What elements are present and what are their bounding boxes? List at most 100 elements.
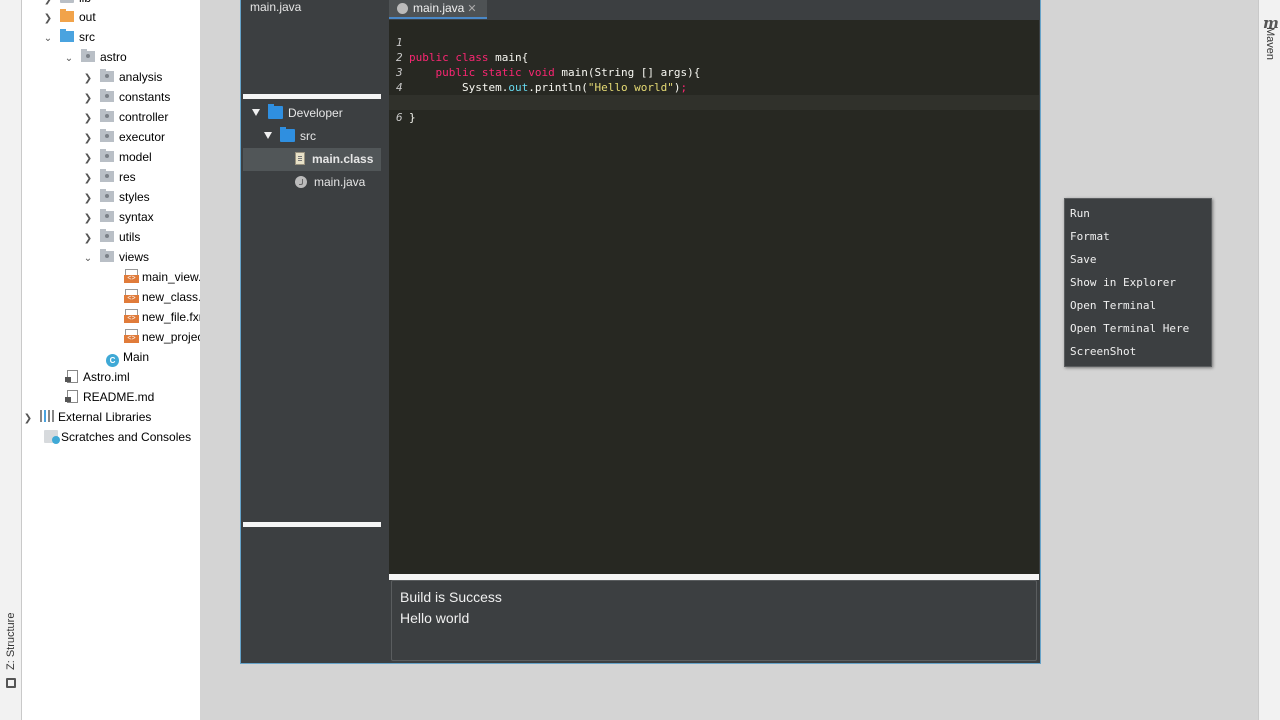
module-file-icon: [65, 370, 78, 383]
console-line: Build is Success: [400, 589, 502, 605]
tree-row-utils[interactable]: ❯ utils: [82, 227, 140, 247]
expand-arrow-icon[interactable]: ❯: [42, 9, 54, 29]
tree-row-new-project[interactable]: new_projec: [124, 327, 200, 347]
tree-label: utils: [119, 230, 141, 244]
editor-tab-bar: main.java ✕: [389, 0, 1039, 20]
collapse-arrow-icon[interactable]: ⌄: [63, 49, 75, 69]
tree-row-scratches[interactable]: Scratches and Consoles: [44, 427, 191, 447]
java-file-icon: [295, 176, 307, 188]
code-line-current: 6: [389, 95, 1039, 124]
menu-item-screenshot[interactable]: ScreenShot: [1065, 340, 1211, 363]
fxml-file-icon: [124, 329, 139, 343]
project-folder-label: src: [300, 129, 316, 143]
tree-label: views: [119, 250, 150, 264]
fxml-file-icon: [124, 309, 139, 323]
code-editor[interactable]: 1 public class main{ 2 public static voi…: [389, 20, 1039, 574]
code-line: 3 System.out.println("Hello world");: [389, 50, 1039, 94]
package-icon: [100, 229, 114, 242]
tree-row-new-class[interactable]: new_class.f: [124, 287, 200, 307]
tree-label: controller: [119, 110, 169, 124]
package-icon: [100, 209, 114, 222]
expand-arrow-icon[interactable]: ❯: [22, 409, 34, 429]
folder-icon: [60, 0, 74, 3]
project-file-label: main.java: [314, 175, 366, 189]
expand-arrow-icon[interactable]: ❯: [82, 129, 94, 149]
expand-arrow-icon[interactable]: ❯: [82, 149, 94, 169]
expand-arrow-icon[interactable]: ❯: [82, 229, 94, 249]
editor-tab-main-java[interactable]: main.java ✕: [389, 0, 487, 19]
tree-label: Astro.iml: [83, 370, 130, 384]
collapse-arrow-icon[interactable]: ⌄: [82, 249, 94, 269]
editor-area: main.java ✕ 1 public class main{ 2 public…: [389, 0, 1212, 574]
menu-item-run[interactable]: Run: [1065, 202, 1211, 225]
tree-row-executor[interactable]: ❯ executor: [82, 127, 165, 147]
project-panel: Developer src main.class main.java: [243, 99, 381, 522]
maven-tool-tab[interactable]: Maven: [1264, 27, 1276, 73]
tree-row-styles[interactable]: ❯ styles: [82, 187, 150, 207]
folder-icon: [268, 104, 283, 119]
open-file-item[interactable]: main.java: [250, 0, 301, 14]
structure-tab-label: Z: Structure: [5, 612, 17, 670]
menu-item-show-in-explorer[interactable]: Show in Explorer: [1065, 271, 1211, 294]
tree-row-src[interactable]: ⌄ src: [42, 27, 95, 47]
project-file-main-java[interactable]: main.java: [243, 171, 381, 194]
expand-arrow-icon[interactable]: ❯: [82, 169, 94, 189]
output-console[interactable]: Build is Success Hello world: [391, 580, 1037, 661]
fxml-file-icon: [124, 269, 139, 283]
project-file-main-class[interactable]: main.class: [243, 148, 381, 171]
expand-arrow-icon[interactable]: ❯: [82, 189, 94, 209]
project-root-developer[interactable]: Developer: [243, 102, 381, 125]
expand-arrow-icon[interactable]: ❯: [82, 109, 94, 129]
tree-row-readme[interactable]: README.md: [65, 387, 154, 407]
tree-row-out[interactable]: ❯ out: [42, 7, 96, 27]
bottom-left-panel: [243, 527, 381, 662]
project-root-label: Developer: [288, 106, 343, 120]
expand-arrow-icon[interactable]: ❯: [82, 69, 94, 89]
menu-item-open-terminal-here[interactable]: Open Terminal Here: [1065, 317, 1211, 340]
structure-tool-tab[interactable]: Z: Structure: [3, 612, 19, 688]
package-icon: [100, 189, 114, 202]
console-line: Hello world: [400, 610, 470, 626]
close-icon[interactable]: ✕: [467, 3, 476, 15]
tree-label: Main: [123, 350, 150, 364]
library-icon: [40, 410, 54, 422]
collapse-triangle-icon[interactable]: [252, 109, 260, 116]
tree-label: analysis: [119, 70, 163, 84]
tree-row-main-view[interactable]: main_view.: [124, 267, 200, 287]
menu-item-open-terminal[interactable]: Open Terminal: [1065, 294, 1211, 317]
tree-row-analysis[interactable]: ❯ analysis: [82, 67, 162, 87]
tree-row-controller[interactable]: ❯ controller: [82, 107, 168, 127]
open-files-panel: main.java: [243, 0, 381, 94]
scratches-icon: [44, 430, 60, 444]
collapse-arrow-icon[interactable]: ⌄: [42, 29, 54, 49]
expand-arrow-icon[interactable]: ❯: [82, 209, 94, 229]
menu-item-format[interactable]: Format: [1065, 225, 1211, 248]
tree-label: syntax: [119, 210, 154, 224]
left-tool-strip: Z: Structure: [0, 0, 22, 720]
menu-item-save[interactable]: Save: [1065, 248, 1211, 271]
tree-label: main_view.: [142, 270, 200, 284]
project-folder-src[interactable]: src: [243, 125, 381, 148]
code-line: 1 public class main{: [389, 20, 1039, 64]
tree-row-main[interactable]: C Main: [106, 347, 149, 367]
tree-row-model[interactable]: ❯ model: [82, 147, 152, 167]
package-icon: [100, 109, 114, 122]
project-tree: ❯lib ❯out ⌄src ⌄astro ❯analysis ❯constan…: [22, 0, 200, 720]
tree-row-constants[interactable]: ❯ constants: [82, 87, 170, 107]
code-line: 2 public static void main(String [] args…: [389, 35, 1039, 79]
project-file-label: main.class: [312, 152, 374, 166]
right-tool-strip: m Maven: [1258, 0, 1280, 720]
tree-label: new_projec: [142, 330, 200, 344]
tree-row-astro-iml[interactable]: Astro.iml: [65, 367, 130, 387]
tree-row-external-libraries[interactable]: ❯ External Libraries: [22, 407, 151, 427]
tree-row-views[interactable]: ⌄ views: [82, 247, 149, 267]
collapse-triangle-icon[interactable]: [264, 132, 272, 139]
expand-arrow-icon[interactable]: ❯: [82, 89, 94, 109]
tree-row-new-file[interactable]: new_file.fxr: [124, 307, 200, 327]
tree-row-res[interactable]: ❯ res: [82, 167, 136, 187]
tree-row-syntax[interactable]: ❯ syntax: [82, 207, 154, 227]
code-line: 5 }: [389, 80, 1039, 124]
package-icon: [100, 169, 114, 182]
java-class-icon: C: [106, 354, 119, 367]
tree-row-astro[interactable]: ⌄ astro: [63, 47, 127, 67]
